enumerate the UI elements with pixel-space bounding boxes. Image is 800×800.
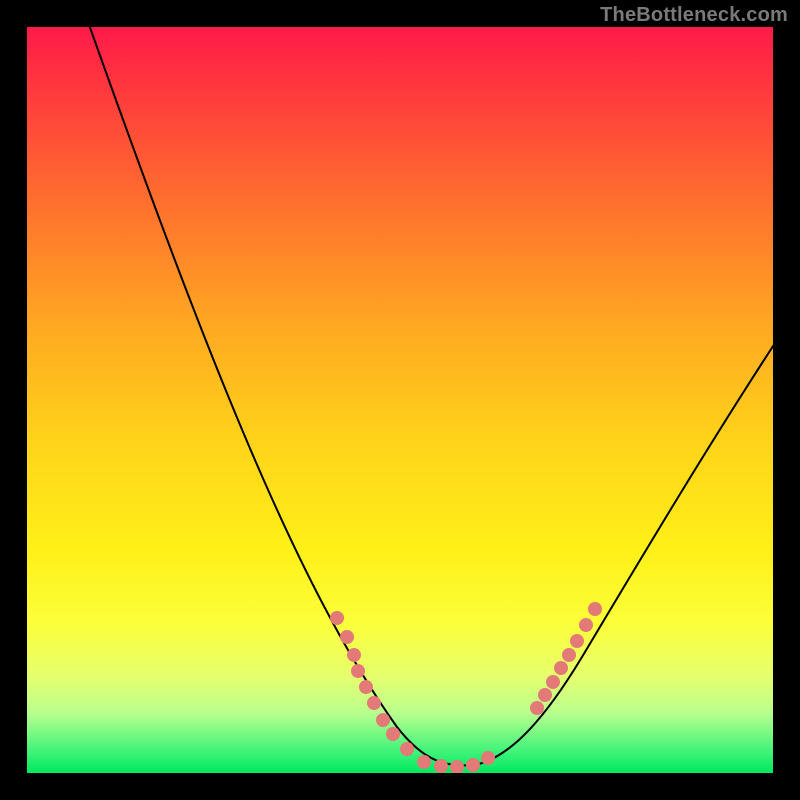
marker-dot	[481, 751, 495, 765]
marker-dot	[546, 675, 560, 689]
markers-right	[530, 602, 602, 715]
bottleneck-curve	[87, 27, 773, 765]
marker-dot	[359, 680, 373, 694]
marker-dot	[367, 696, 381, 710]
markers-bottom	[417, 751, 495, 773]
marker-dot	[570, 634, 584, 648]
markers-left	[330, 611, 414, 756]
marker-dot	[417, 755, 431, 769]
marker-dot	[554, 661, 568, 675]
watermark-text: TheBottleneck.com	[600, 4, 788, 27]
marker-dot	[530, 701, 544, 715]
marker-dot	[340, 630, 354, 644]
marker-dot	[588, 602, 602, 616]
marker-dot	[376, 713, 390, 727]
marker-dot	[330, 611, 344, 625]
marker-dot	[579, 618, 593, 632]
marker-dot	[466, 758, 480, 772]
marker-dot	[450, 760, 464, 773]
marker-dot	[538, 688, 552, 702]
marker-dot	[400, 742, 414, 756]
marker-dot	[434, 759, 448, 773]
bottleneck-chart	[27, 27, 773, 773]
marker-dot	[386, 727, 400, 741]
marker-dot	[347, 648, 361, 662]
marker-dot	[562, 648, 576, 662]
marker-dot	[351, 664, 365, 678]
